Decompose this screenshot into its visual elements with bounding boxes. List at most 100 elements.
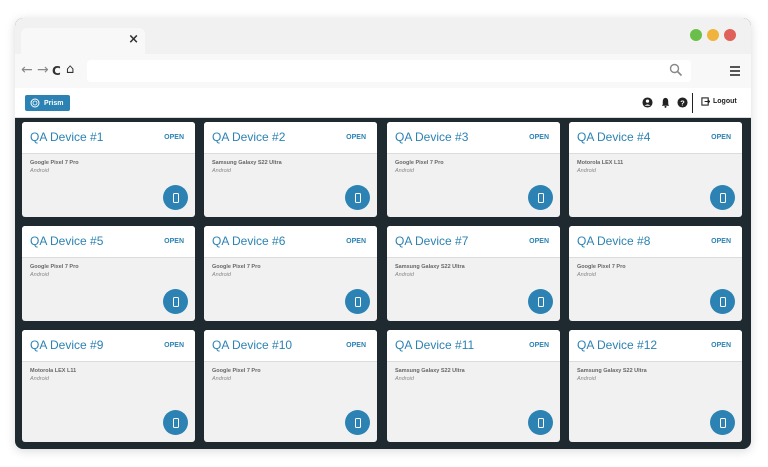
phone-icon — [172, 192, 179, 203]
device-title: QA Device #5 — [30, 234, 104, 248]
open-device-link[interactable]: OPEN — [711, 134, 731, 141]
device-card-header: QA Device #10 OPEN — [204, 330, 377, 362]
device-model: Google Pixel 7 Pro — [212, 264, 261, 270]
launch-device-button[interactable] — [710, 185, 735, 210]
device-model: Google Pixel 7 Pro — [212, 368, 261, 374]
open-device-link[interactable]: OPEN — [164, 238, 184, 245]
launch-device-button[interactable] — [345, 410, 370, 435]
back-icon[interactable]: ← — [21, 62, 33, 78]
device-model: Samsung Galaxy S22 Ultra — [395, 368, 465, 374]
forward-icon[interactable]: → — [37, 62, 49, 78]
launch-device-button[interactable] — [163, 185, 188, 210]
device-card: QA Device #1 OPEN Google Pixel 7 Pro And… — [22, 122, 195, 217]
open-device-link[interactable]: OPEN — [164, 134, 184, 141]
launch-device-button[interactable] — [345, 289, 370, 314]
device-title: QA Device #10 — [212, 338, 293, 352]
device-card-header: QA Device #12 OPEN — [569, 330, 742, 362]
device-card: QA Device #6 OPEN Google Pixel 7 Pro And… — [204, 226, 377, 321]
open-device-link[interactable]: OPEN — [164, 342, 184, 349]
device-card-header: QA Device #6 OPEN — [204, 226, 377, 258]
device-model: Samsung Galaxy S22 Ultra — [577, 368, 647, 374]
bell-icon[interactable] — [660, 97, 671, 108]
launch-device-button[interactable] — [345, 185, 370, 210]
browser-tab[interactable]: × — [21, 28, 145, 54]
device-model: Google Pixel 7 Pro — [577, 264, 626, 270]
device-title: QA Device #8 — [577, 234, 651, 248]
device-os: Android — [395, 272, 414, 278]
open-device-link[interactable]: OPEN — [346, 238, 366, 245]
device-card: QA Device #12 OPEN Samsung Galaxy S22 Ul… — [569, 330, 742, 442]
device-os: Android — [212, 376, 231, 382]
launch-device-button[interactable] — [163, 410, 188, 435]
device-os: Android — [212, 168, 231, 174]
open-device-link[interactable]: OPEN — [529, 134, 549, 141]
device-model: Google Pixel 7 Pro — [30, 160, 79, 166]
device-card-header: QA Device #3 OPEN — [387, 122, 560, 154]
open-device-link[interactable]: OPEN — [346, 342, 366, 349]
device-model: Google Pixel 7 Pro — [30, 264, 79, 270]
brand-label: Prism — [44, 99, 64, 107]
launch-device-button[interactable] — [528, 289, 553, 314]
logout-button[interactable]: Logout — [701, 97, 737, 106]
window-minimize-dot[interactable] — [707, 29, 719, 41]
device-os: Android — [30, 168, 49, 174]
account-icon[interactable] — [642, 97, 653, 108]
launch-device-button[interactable] — [528, 185, 553, 210]
phone-icon — [354, 417, 361, 428]
device-card-header: QA Device #2 OPEN — [204, 122, 377, 154]
phone-icon — [172, 296, 179, 307]
device-os: Android — [577, 168, 596, 174]
tab-strip: × — [15, 18, 751, 54]
header-divider — [692, 93, 693, 113]
device-card-header: QA Device #8 OPEN — [569, 226, 742, 258]
logout-icon — [701, 97, 710, 106]
device-card-header: QA Device #7 OPEN — [387, 226, 560, 258]
device-card: QA Device #4 OPEN Motorola LEX L11 Andro… — [569, 122, 742, 217]
launch-device-button[interactable] — [710, 410, 735, 435]
prism-logo-icon — [30, 98, 40, 108]
url-bar[interactable] — [87, 60, 691, 82]
open-device-link[interactable]: OPEN — [711, 238, 731, 245]
device-card-header: QA Device #4 OPEN — [569, 122, 742, 154]
device-title: QA Device #2 — [212, 130, 286, 144]
device-title: QA Device #7 — [395, 234, 469, 248]
search-icon[interactable] — [669, 63, 683, 77]
device-card-header: QA Device #9 OPEN — [22, 330, 195, 362]
phone-icon — [537, 296, 544, 307]
phone-icon — [537, 417, 544, 428]
device-os: Android — [577, 376, 596, 382]
device-card: QA Device #2 OPEN Samsung Galaxy S22 Ult… — [204, 122, 377, 217]
device-model: Samsung Galaxy S22 Ultra — [212, 160, 282, 166]
menu-icon[interactable] — [730, 66, 740, 76]
device-os: Android — [577, 272, 596, 278]
open-device-link[interactable]: OPEN — [711, 342, 731, 349]
phone-icon — [354, 296, 361, 307]
device-model: Motorola LEX L11 — [30, 368, 77, 374]
open-device-link[interactable]: OPEN — [529, 342, 549, 349]
logout-label: Logout — [713, 98, 737, 105]
device-model: Motorola LEX L11 — [577, 160, 624, 166]
device-title: QA Device #3 — [395, 130, 469, 144]
window-close-dot[interactable] — [724, 29, 736, 41]
device-card-header: QA Device #1 OPEN — [22, 122, 195, 154]
phone-icon — [354, 192, 361, 203]
close-tab-icon[interactable]: × — [128, 33, 139, 47]
launch-device-button[interactable] — [163, 289, 188, 314]
browser-window: × ← → C ⌂ Prism ? Logout QA Device #1 OP… — [15, 18, 751, 449]
device-os: Android — [30, 376, 49, 382]
reload-icon[interactable]: C — [52, 63, 61, 79]
device-card-header: QA Device #5 OPEN — [22, 226, 195, 258]
device-model: Google Pixel 7 Pro — [395, 160, 444, 166]
launch-device-button[interactable] — [710, 289, 735, 314]
open-device-link[interactable]: OPEN — [529, 238, 549, 245]
device-os: Android — [395, 376, 414, 382]
window-maximize-dot[interactable] — [690, 29, 702, 41]
help-icon[interactable]: ? — [677, 97, 688, 108]
brand-button[interactable]: Prism — [25, 95, 71, 111]
open-device-link[interactable]: OPEN — [346, 134, 366, 141]
device-card: QA Device #8 OPEN Google Pixel 7 Pro And… — [569, 226, 742, 321]
phone-icon — [172, 417, 179, 428]
home-icon[interactable]: ⌂ — [66, 62, 74, 78]
device-card: QA Device #5 OPEN Google Pixel 7 Pro And… — [22, 226, 195, 321]
launch-device-button[interactable] — [528, 410, 553, 435]
